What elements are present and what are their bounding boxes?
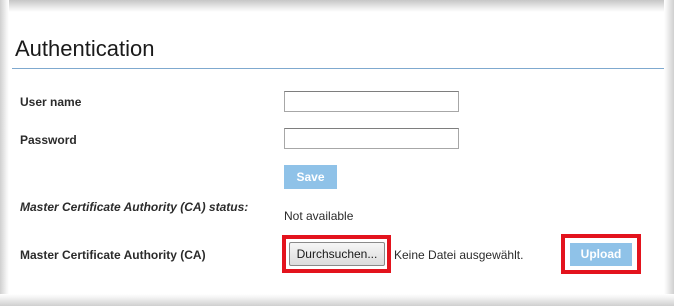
authentication-panel: Authentication User name Password Save M…	[9, 12, 664, 294]
frame-shadow-bottom	[0, 294, 674, 306]
browse-button[interactable]: Durchsuchen...	[289, 242, 385, 266]
frame-shadow-top	[0, 0, 674, 12]
ca-status-value: Not available	[284, 209, 354, 223]
ca-status-label: Master Certificate Authority (CA) status…	[20, 200, 249, 214]
frame-shadow-right	[664, 0, 674, 306]
username-input[interactable]	[284, 91, 459, 112]
section-title: Authentication	[15, 36, 155, 61]
password-label: Password	[20, 133, 77, 147]
username-label: User name	[20, 95, 82, 109]
password-input[interactable]	[284, 128, 459, 149]
frame-shadow-left	[0, 0, 9, 306]
title-divider	[12, 68, 664, 69]
save-button[interactable]: Save	[284, 165, 337, 189]
file-status-text: Keine Datei ausgewählt.	[394, 248, 524, 262]
ca-upload-label: Master Certificate Authority (CA)	[20, 248, 206, 262]
upload-button[interactable]: Upload	[570, 243, 632, 266]
